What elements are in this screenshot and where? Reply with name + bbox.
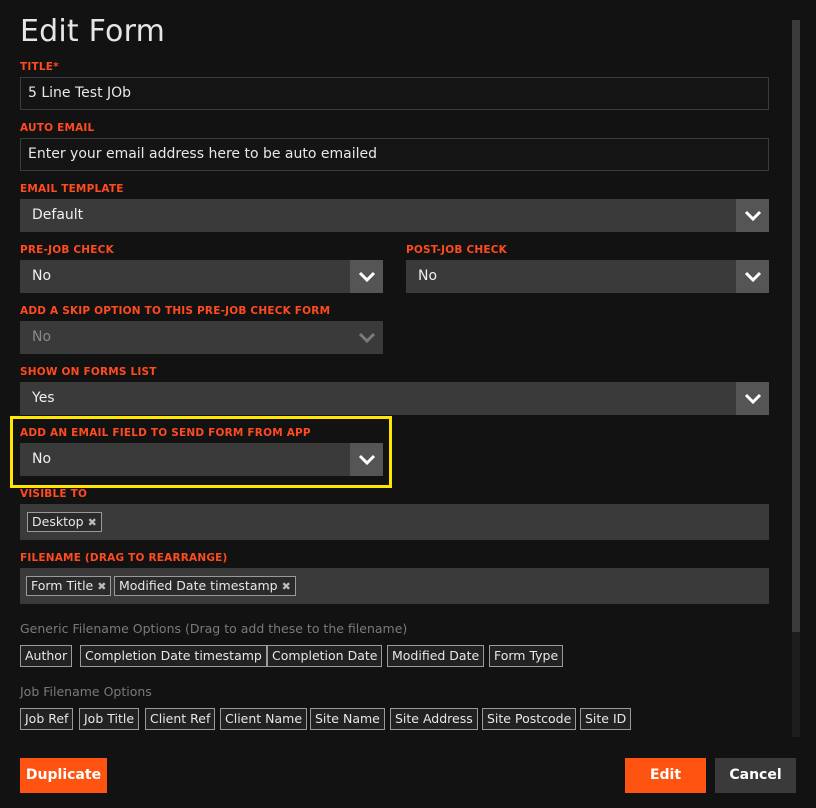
remove-tag-icon[interactable]: ✖: [88, 516, 97, 529]
title-input[interactable]: 5 Line Test JOb: [20, 77, 769, 110]
show-on-forms-list-label: SHOW ON FORMS LIST: [20, 366, 157, 378]
visible-to-label: VISIBLE TO: [20, 488, 88, 500]
show-on-forms-list-value: Yes: [32, 390, 55, 406]
scrollbar-thumb[interactable]: [792, 20, 800, 632]
job-options-label: Job Filename Options: [20, 684, 152, 699]
post-job-check-value: No: [418, 268, 438, 284]
pre-job-check-select[interactable]: No: [20, 260, 383, 293]
email-template-value: Default: [32, 207, 84, 223]
tag-label: Modified Date timestamp: [119, 578, 278, 593]
edit-button[interactable]: Edit: [625, 758, 706, 793]
option-site-id[interactable]: Site ID: [580, 708, 632, 730]
pre-job-check-value: No: [32, 268, 52, 284]
email-template-select[interactable]: Default: [20, 199, 769, 232]
email-template-label: EMAIL TEMPLATE: [20, 183, 124, 195]
page-title: Edit Form: [20, 14, 166, 49]
remove-tag-icon[interactable]: ✖: [282, 580, 291, 593]
skip-option-select: No: [20, 321, 383, 354]
pre-job-check-label: PRE-JOB CHECK: [20, 244, 114, 256]
email-field-label: ADD AN EMAIL FIELD TO SEND FORM FROM APP: [20, 427, 311, 439]
chevron-down-icon: [736, 260, 769, 293]
scrollbar-track[interactable]: [792, 632, 800, 737]
generic-options-label: Generic Filename Options (Drag to add th…: [20, 621, 408, 636]
post-job-check-select[interactable]: No: [406, 260, 769, 293]
option-author[interactable]: Author: [20, 645, 73, 667]
chevron-down-icon: [736, 382, 769, 415]
auto-email-label: AUTO EMAIL: [20, 122, 95, 134]
option-client-ref[interactable]: Client Ref: [145, 708, 216, 730]
chevron-down-icon: [736, 199, 769, 232]
option-site-name[interactable]: Site Name: [310, 708, 385, 730]
post-job-check-label: POST-JOB CHECK: [406, 244, 507, 256]
skip-option-label: ADD A SKIP OPTION TO THIS PRE-JOB CHECK …: [20, 305, 331, 317]
option-site-postcode[interactable]: Site Postcode: [482, 708, 577, 730]
tag-label: Form Title: [31, 578, 94, 593]
option-completion-date-timestamp[interactable]: Completion Date timestamp: [80, 645, 267, 667]
option-form-type[interactable]: Form Type: [489, 645, 564, 667]
cancel-button[interactable]: Cancel: [715, 758, 796, 793]
option-job-ref[interactable]: Job Ref: [20, 708, 74, 730]
tag-form-title[interactable]: Form Title ✖: [26, 576, 112, 596]
auto-email-input[interactable]: Enter your email address here to be auto…: [20, 138, 769, 171]
filename-label: FILENAME (DRAG TO REARRANGE): [20, 552, 228, 564]
option-modified-date[interactable]: Modified Date: [387, 645, 485, 667]
tag-desktop: Desktop ✖: [27, 512, 102, 532]
visible-to-tag-input[interactable]: Desktop ✖: [20, 504, 769, 540]
skip-option-value: No: [32, 329, 52, 345]
option-site-address[interactable]: Site Address: [390, 708, 478, 730]
tag-label: Desktop: [32, 514, 84, 529]
option-client-name[interactable]: Client Name: [220, 708, 308, 730]
email-field-value: No: [32, 451, 52, 467]
chevron-down-icon: [350, 443, 383, 476]
filename-tag-input[interactable]: Form Title ✖ Modified Date timestamp ✖: [20, 568, 769, 604]
chevron-down-icon: [350, 321, 383, 354]
chevron-down-icon: [350, 260, 383, 293]
tag-modified-date-timestamp[interactable]: Modified Date timestamp ✖: [114, 576, 296, 596]
email-field-select[interactable]: No: [20, 443, 383, 476]
option-job-title[interactable]: Job Title: [79, 708, 140, 730]
title-label: TITLE*: [20, 61, 59, 73]
remove-tag-icon[interactable]: ✖: [97, 580, 106, 593]
duplicate-button[interactable]: Duplicate: [20, 758, 107, 793]
show-on-forms-list-select[interactable]: Yes: [20, 382, 769, 415]
option-completion-date[interactable]: Completion Date: [267, 645, 383, 667]
